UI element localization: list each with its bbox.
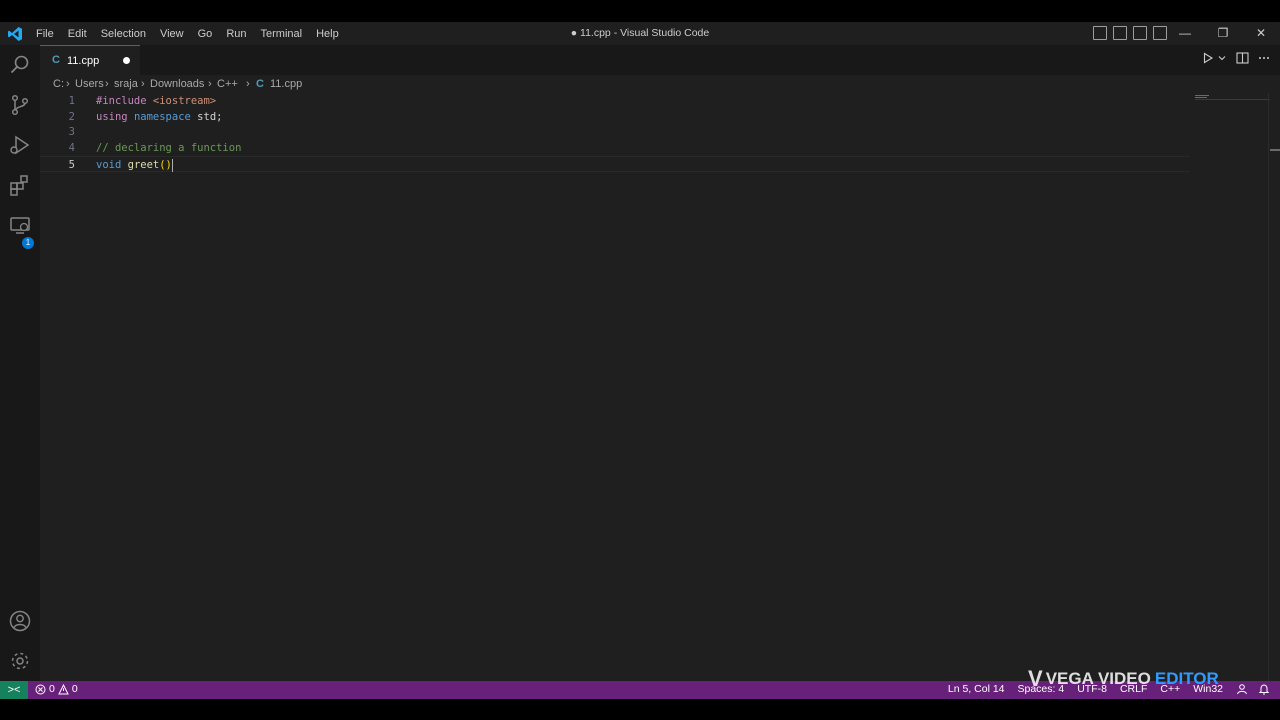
cursor-position[interactable]: Ln 5, Col 14 [948, 683, 1005, 695]
tab-bar: C 11.cpp [40, 45, 1280, 75]
chevron-down-icon[interactable] [1217, 52, 1227, 64]
run-code-icon[interactable] [1202, 52, 1214, 64]
minimap-line [1195, 95, 1209, 96]
code-text[interactable]: #include <iostream> [96, 93, 216, 109]
code-text[interactable]: // declaring a function [96, 140, 241, 156]
source-control-icon[interactable] [8, 93, 32, 117]
letterbox-top [0, 0, 1280, 22]
chevron-right-icon: › [246, 78, 250, 90]
breadcrumb: C: › Users › sraja › Downloads › C++ › C… [40, 75, 1280, 93]
problems-indicator[interactable]: 0 0 [35, 683, 81, 695]
line-number: 4 [68, 142, 75, 154]
warning-count: 0 [71, 683, 78, 695]
extensions-icon[interactable] [8, 173, 32, 197]
run-debug-icon[interactable] [8, 133, 32, 157]
code-token: ; [216, 111, 223, 123]
code-token: void [96, 159, 122, 171]
tab-label: 11.cpp [67, 55, 100, 67]
remote-explorer-icon[interactable] [8, 213, 32, 237]
close-button[interactable]: ✕ [1242, 22, 1280, 45]
error-icon [35, 684, 46, 694]
code-token: () [159, 159, 172, 171]
code-line[interactable]: 3 [40, 124, 1190, 140]
vertical-scrollbar[interactable] [1268, 93, 1280, 681]
search-icon[interactable] [8, 53, 32, 77]
breadcrumb-users[interactable]: Users [75, 78, 104, 90]
code-text[interactable]: void greet() [96, 157, 173, 173]
toggle-panel-icon[interactable] [1113, 26, 1127, 40]
code-editor[interactable]: 1 #include <iostream> 2 using namespace … [40, 93, 1280, 681]
code-line[interactable]: 2 using namespace std; [40, 109, 1190, 125]
error-count: 0 [49, 683, 55, 695]
chevron-right-icon: › [208, 78, 212, 90]
accounts-icon[interactable] [8, 609, 32, 633]
activity-bar: 1 [0, 45, 40, 681]
minimap[interactable] [1193, 93, 1270, 681]
notifications-bell-icon[interactable] [1258, 683, 1270, 695]
restore-button[interactable]: ❐ [1204, 22, 1242, 45]
code-token: using [96, 111, 128, 123]
chevron-right-icon: › [66, 78, 70, 90]
line-number: 5 [68, 159, 75, 171]
cpp-file-icon: C [256, 78, 264, 90]
line-number: 1 [68, 95, 75, 107]
more-actions-icon[interactable] [1258, 52, 1270, 64]
feedback-icon[interactable] [1236, 683, 1248, 695]
title-bar: File Edit Selection View Go Run Terminal… [0, 22, 1280, 45]
breadcrumb-file[interactable]: 11.cpp [270, 78, 302, 90]
watermark-logo-mark: V [1028, 666, 1043, 691]
layout-controls [1093, 26, 1173, 40]
window-title: ● 11.cpp - Visual Studio Code [570, 27, 710, 39]
cpp-file-icon: C [52, 54, 60, 66]
scrollbar-cursor-marker [1270, 149, 1280, 151]
split-editor-icon[interactable] [1236, 52, 1249, 64]
breadcrumb-drive[interactable]: C: [53, 78, 64, 90]
breadcrumb-sraja[interactable]: sraja [114, 78, 138, 90]
code-token: std [197, 111, 217, 123]
code-token: <iostream> [152, 95, 217, 107]
customize-layout-icon[interactable] [1153, 26, 1167, 40]
window-controls: — ❐ ✕ [1166, 22, 1280, 45]
letterbox-bottom [0, 699, 1280, 720]
chevron-right-icon: › [105, 78, 109, 90]
toggle-primary-sidebar-icon[interactable] [1093, 26, 1107, 40]
code-text[interactable]: using namespace std; [96, 109, 222, 125]
minimap-line [1195, 99, 1270, 100]
toggle-secondary-sidebar-icon[interactable] [1133, 26, 1147, 40]
code-token: namespace [133, 111, 191, 123]
code-line[interactable]: 1 #include <iostream> [40, 93, 1190, 109]
breadcrumb-cpp-folder[interactable]: C++ [217, 78, 238, 90]
vega-video-editor-watermark: V VEGA VIDEO EDITOR [1028, 664, 1219, 694]
minimize-button[interactable]: — [1166, 22, 1204, 45]
extensions-badge: 1 [22, 237, 34, 249]
code-token: // declaring a function [96, 142, 242, 154]
watermark-text-accent: EDITOR [1154, 669, 1219, 688]
watermark-text: VEGA VIDEO [1045, 669, 1151, 688]
code-line[interactable]: 4 // declaring a function [40, 140, 1190, 156]
settings-gear-icon[interactable] [8, 649, 32, 673]
breadcrumb-downloads[interactable]: Downloads [150, 78, 204, 90]
editor-actions [1202, 52, 1270, 64]
code-token: greet [127, 159, 160, 171]
text-cursor [171, 158, 173, 172]
chevron-right-icon: › [141, 78, 145, 90]
line-number: 2 [68, 111, 75, 123]
code-line-active[interactable]: 5 void greet() [40, 156, 1190, 172]
minimap-line [1195, 97, 1207, 98]
line-number: 3 [68, 126, 75, 138]
unsaved-dot-icon[interactable] [123, 57, 130, 64]
tab-11-cpp[interactable]: C 11.cpp [40, 45, 140, 75]
warning-icon [58, 683, 69, 694]
code-token: #include [96, 95, 147, 107]
remote-indicator[interactable]: >< [0, 681, 28, 699]
